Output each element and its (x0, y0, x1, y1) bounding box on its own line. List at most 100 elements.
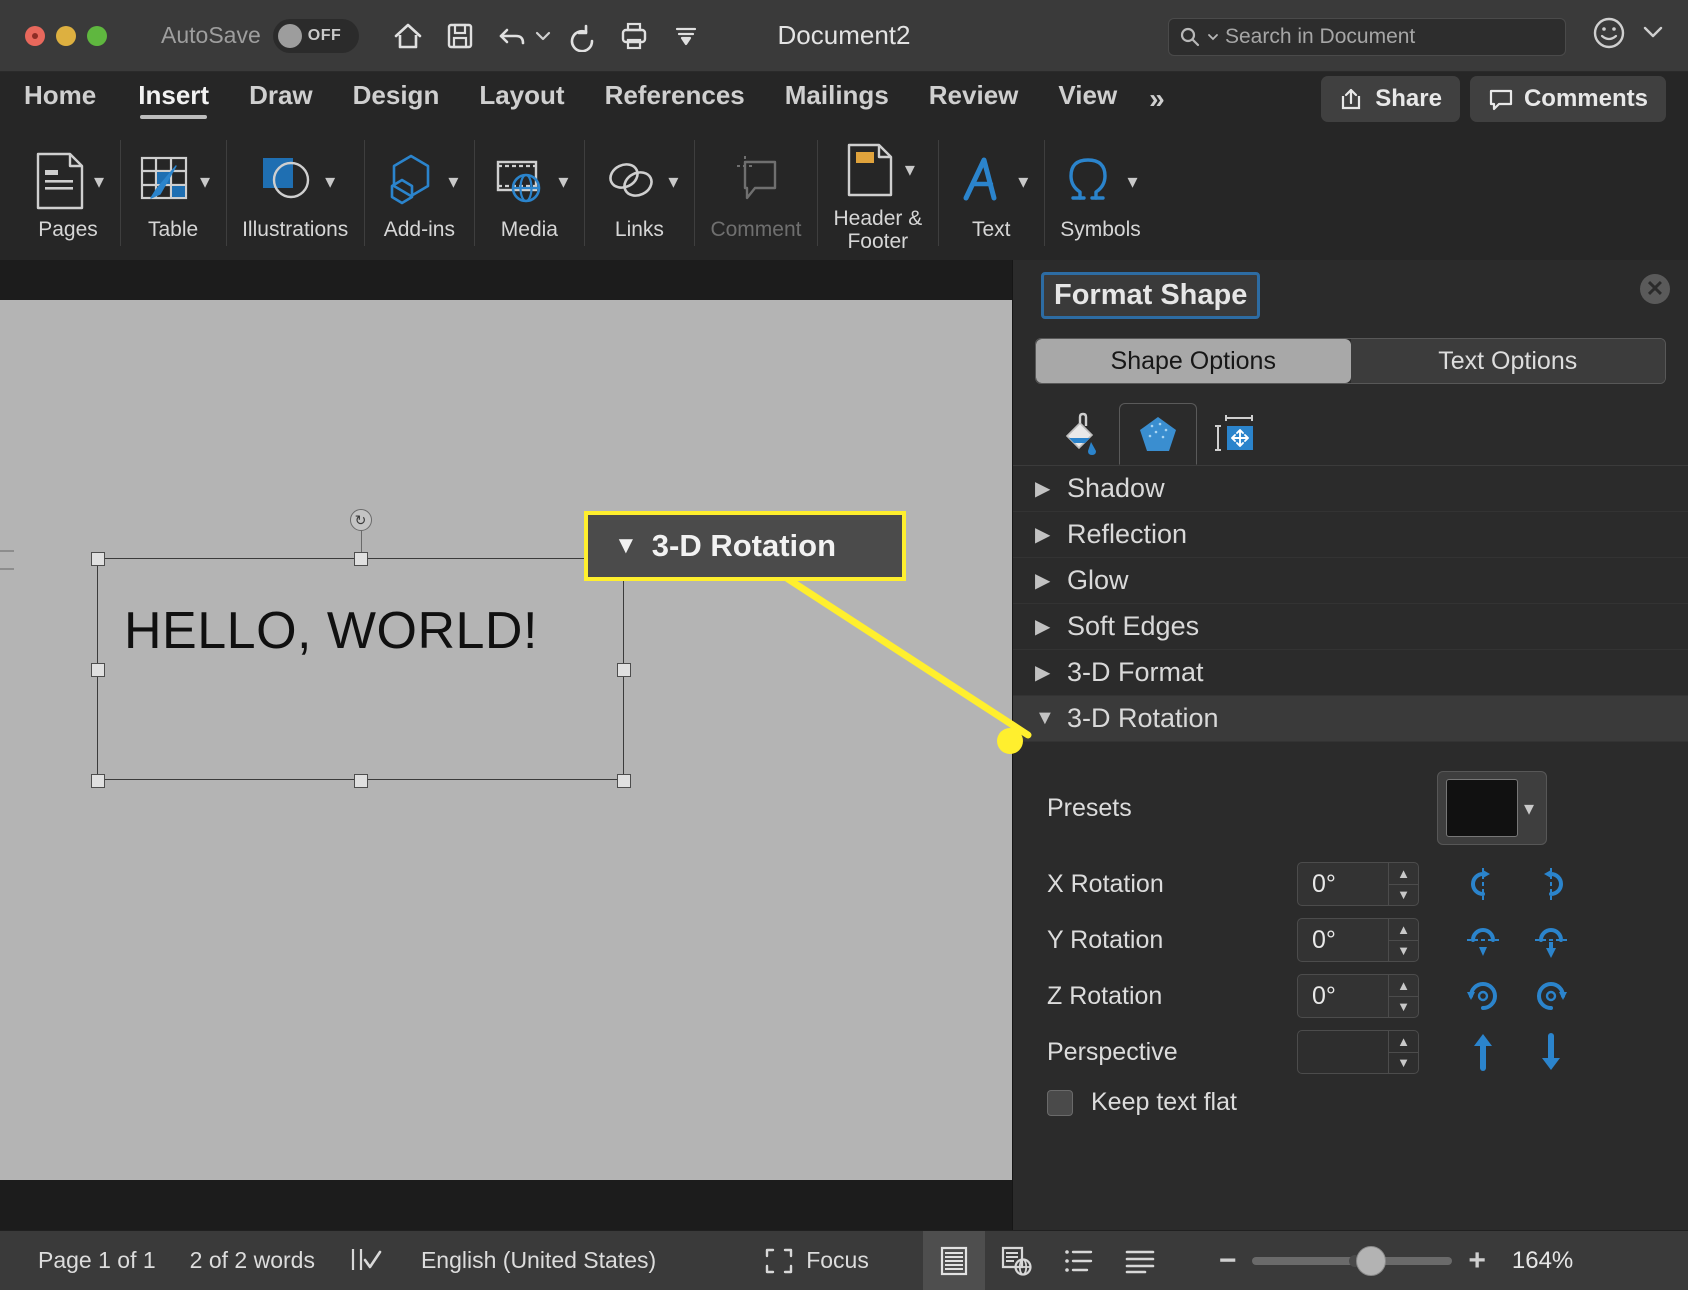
x-rotation-increment[interactable]: ▲ (1389, 863, 1418, 884)
tab-size-properties[interactable] (1197, 403, 1275, 465)
save-icon[interactable] (437, 13, 483, 59)
perspective-decrement[interactable]: ▼ (1389, 1051, 1418, 1074)
y-rotation-stepper[interactable]: 0° ▲ ▼ (1297, 918, 1419, 962)
zoom-slider[interactable] (1252, 1245, 1453, 1276)
customize-toolbar-icon[interactable] (663, 13, 709, 59)
shape-text[interactable]: HELLO, WORLD! (124, 601, 538, 661)
resize-handle-e[interactable] (617, 663, 631, 677)
draft-icon[interactable] (1109, 1231, 1171, 1290)
pages-dropdown-caret-icon[interactable]: ▾ (94, 169, 104, 194)
zoom-out-button[interactable]: − (1219, 1244, 1237, 1278)
z-rotate-cw-icon[interactable] (1529, 974, 1573, 1018)
perspective-narrow-icon[interactable] (1461, 1030, 1505, 1074)
keep-text-flat-row[interactable]: Keep text flat (1013, 1088, 1688, 1117)
home-icon[interactable] (385, 13, 431, 59)
ribbon-group-pages[interactable]: ▾ Pages (16, 126, 120, 260)
zoom-level[interactable]: 164% (1512, 1247, 1573, 1275)
ribbon-group-links[interactable]: ▾ Links (584, 126, 694, 260)
x-rotation-stepper[interactable]: 0° ▲ ▼ (1297, 862, 1419, 906)
ribbon-group-media[interactable]: ▾ Media (474, 126, 584, 260)
x-rotation-decrement[interactable]: ▼ (1389, 883, 1418, 906)
close-icon[interactable]: ✕ (1640, 274, 1670, 304)
comments-button[interactable]: Comments (1469, 76, 1666, 122)
symbols-dropdown-caret-icon[interactable]: ▾ (1127, 169, 1137, 194)
addins-dropdown-caret-icon[interactable]: ▾ (448, 169, 458, 194)
z-rotation-stepper[interactable]: 0° ▲ ▼ (1297, 974, 1419, 1018)
section-3d-format[interactable]: ▶ 3-D Format (1013, 650, 1688, 696)
resize-handle-se[interactable] (617, 774, 631, 788)
x-rotate-left-icon[interactable] (1461, 862, 1505, 906)
tab-mailings[interactable]: Mailings (785, 80, 889, 119)
y-rotate-down-icon[interactable] (1529, 918, 1573, 962)
minimize-window-button[interactable] (56, 25, 76, 46)
document-canvas[interactable]: ↻ HELLO, WORLD! (0, 260, 1012, 1230)
media-dropdown-caret-icon[interactable]: ▾ (558, 169, 568, 194)
zoom-slider-thumb[interactable] (1356, 1245, 1387, 1276)
tab-view[interactable]: View (1058, 80, 1117, 119)
undo-icon[interactable] (489, 13, 535, 59)
resize-handle-s[interactable] (354, 774, 368, 788)
language-label[interactable]: English (United States) (421, 1247, 656, 1274)
redo-icon[interactable] (559, 13, 605, 59)
perspective-stepper[interactable]: ▲ ▼ (1297, 1030, 1419, 1074)
focus-button[interactable]: Focus (764, 1247, 869, 1275)
autosave-toggle[interactable]: OFF (272, 18, 359, 53)
tab-insert[interactable]: Insert (138, 80, 209, 119)
ribbon-group-addins[interactable]: ▾ Add-ins (364, 126, 474, 260)
z-rotation-increment[interactable]: ▲ (1389, 975, 1418, 996)
resize-handle-nw[interactable] (91, 552, 105, 566)
section-shadow[interactable]: ▶ Shadow (1013, 466, 1688, 512)
tab-draw[interactable]: Draw (249, 80, 313, 119)
y-rotation-decrement[interactable]: ▼ (1389, 939, 1418, 962)
web-layout-icon[interactable] (985, 1231, 1047, 1290)
keep-text-flat-checkbox[interactable] (1047, 1089, 1073, 1116)
zoom-in-button[interactable]: + (1468, 1244, 1486, 1278)
tab-fill-line[interactable] (1041, 403, 1119, 465)
share-button[interactable]: Share (1321, 76, 1460, 122)
tab-shape-options[interactable]: Shape Options (1036, 339, 1351, 383)
maximize-window-button[interactable] (87, 25, 107, 46)
undo-dropdown-caret-icon[interactable] (533, 27, 553, 45)
y-rotation-increment[interactable]: ▲ (1389, 919, 1418, 940)
resize-handle-w[interactable] (91, 663, 105, 677)
selected-text-box[interactable]: ↻ HELLO, WORLD! (91, 509, 631, 788)
tab-text-options[interactable]: Text Options (1350, 339, 1665, 383)
ribbon-group-table[interactable]: ▾ Table (120, 126, 226, 260)
print-layout-icon[interactable] (922, 1230, 985, 1290)
text-dropdown-caret-icon[interactable]: ▾ (1018, 169, 1028, 194)
outline-icon[interactable] (1047, 1231, 1109, 1290)
perspective-widen-icon[interactable] (1529, 1030, 1573, 1074)
section-3d-rotation[interactable]: ▼ 3-D Rotation (1013, 696, 1688, 742)
perspective-increment[interactable]: ▲ (1389, 1031, 1418, 1052)
z-rotation-decrement[interactable]: ▼ (1389, 995, 1418, 1018)
rotate-handle[interactable]: ↻ (349, 509, 372, 531)
links-dropdown-caret-icon[interactable]: ▾ (668, 169, 678, 194)
ribbon-group-text[interactable]: ▾ Text (938, 126, 1044, 260)
section-soft-edges[interactable]: ▶ Soft Edges (1013, 604, 1688, 650)
send-a-smile-icon[interactable] (1592, 16, 1626, 55)
ribbon-group-symbols[interactable]: ▾ Symbols (1044, 126, 1157, 260)
word-count[interactable]: 2 of 2 words (190, 1247, 315, 1274)
close-window-button[interactable] (25, 25, 45, 46)
table-dropdown-caret-icon[interactable]: ▾ (200, 169, 210, 194)
autosave-control[interactable]: AutoSave OFF (161, 18, 359, 53)
section-reflection[interactable]: ▶ Reflection (1013, 512, 1688, 558)
tab-review[interactable]: Review (929, 80, 1019, 119)
x-rotate-right-icon[interactable] (1529, 862, 1573, 906)
tab-design[interactable]: Design (353, 80, 440, 119)
section-glow[interactable]: ▶ Glow (1013, 558, 1688, 604)
ribbon-group-header-footer[interactable]: ▾ Header & Footer (817, 126, 938, 260)
presets-caret-icon[interactable]: ▾ (1524, 796, 1534, 821)
resize-handle-sw[interactable] (91, 774, 105, 788)
tab-references[interactable]: References (605, 80, 745, 119)
tab-home[interactable]: Home (24, 80, 96, 119)
ribbon-group-illustrations[interactable]: ▾ Illustrations (226, 126, 364, 260)
document-page[interactable]: ↻ HELLO, WORLD! (0, 300, 1012, 1180)
tab-effects[interactable] (1119, 403, 1197, 465)
z-rotate-ccw-icon[interactable] (1461, 974, 1505, 1018)
y-rotate-up-icon[interactable] (1461, 918, 1505, 962)
tab-layout[interactable]: Layout (479, 80, 564, 119)
ribbon-display-options-icon[interactable] (1642, 24, 1664, 45)
illustrations-dropdown-caret-icon[interactable]: ▾ (325, 169, 335, 194)
print-icon[interactable] (611, 13, 657, 59)
